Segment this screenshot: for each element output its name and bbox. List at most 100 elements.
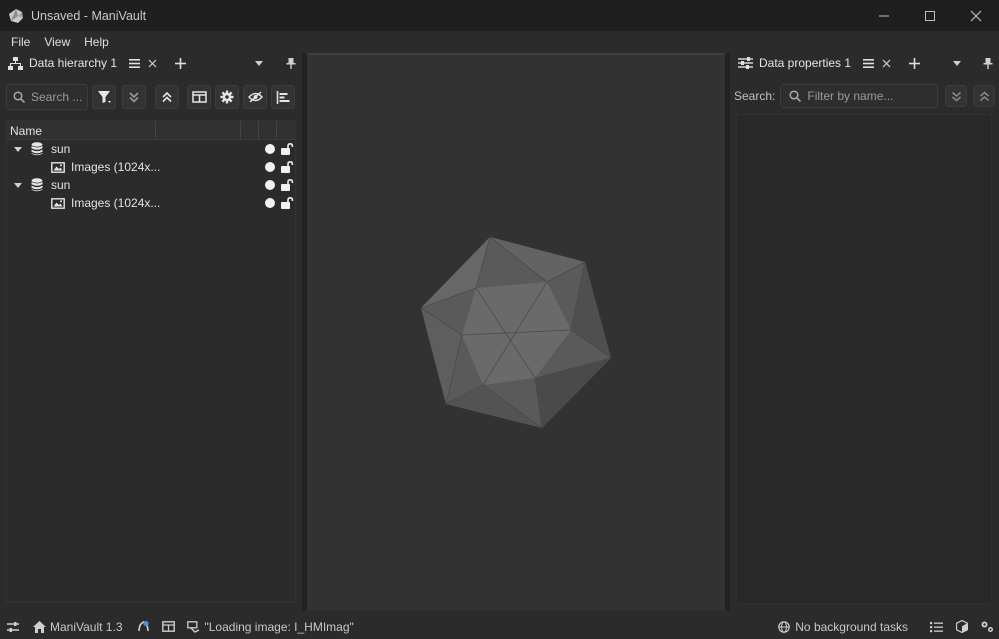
collapse-all-button[interactable]	[973, 85, 996, 107]
close-icon	[148, 59, 156, 67]
table-columns-button[interactable]	[187, 85, 211, 109]
tab-list-dropdown[interactable]	[250, 54, 268, 72]
expand-arrow-icon[interactable]	[14, 145, 22, 153]
column-header-name[interactable]: Name	[7, 121, 156, 140]
home-icon	[33, 620, 46, 633]
menu-file[interactable]: File	[4, 35, 37, 49]
collapse-all-button[interactable]	[155, 85, 179, 109]
tab-close-button[interactable]	[143, 54, 161, 72]
search-label: Search:	[734, 89, 776, 103]
hamburger-menu-icon	[862, 58, 874, 68]
expand-arrow-icon[interactable]	[14, 181, 22, 189]
manivault-app-icon	[8, 8, 24, 24]
hierarchy-search-box[interactable]	[6, 84, 88, 110]
window-title: Unsaved - ManiVault	[31, 8, 147, 23]
data-hierarchy-panel: Data hierarchy 1 Search ... Name sun Ima…	[0, 53, 302, 611]
filter-input[interactable]	[807, 89, 938, 103]
align-sort-button[interactable]	[271, 85, 295, 109]
title-bar: Unsaved - ManiVault	[0, 0, 999, 31]
column-header-5[interactable]	[277, 121, 295, 140]
hide-visibility-button[interactable]	[243, 85, 267, 109]
close-window-button[interactable]	[953, 0, 999, 31]
unlock-icon[interactable]	[280, 197, 294, 209]
unlock-icon[interactable]	[280, 179, 294, 191]
maximize-button[interactable]	[907, 0, 953, 31]
tree-row-label: Images (1024x...	[71, 160, 161, 174]
add-tab-button[interactable]	[171, 54, 189, 72]
plus-icon	[908, 57, 920, 69]
expand-all-button[interactable]	[122, 85, 146, 109]
column-header-2[interactable]	[156, 121, 241, 140]
plugins-manager-button[interactable]	[956, 620, 968, 633]
expand-all-button[interactable]	[945, 85, 968, 107]
column-header-4[interactable]	[259, 121, 277, 140]
hierarchy-search-input[interactable]	[31, 90, 87, 104]
column-header-3[interactable]	[241, 121, 259, 140]
hierarchy-icon	[8, 56, 23, 70]
status-bar: ManiVault 1.3 "Loading image: I_HMImag" …	[0, 614, 999, 639]
visibility-dot-icon[interactable]	[265, 198, 275, 208]
tree-row-label: Images (1024x...	[71, 196, 161, 210]
tree-row-images[interactable]: Images (1024x...	[7, 194, 295, 212]
plus-icon	[174, 57, 186, 69]
task-progress-item[interactable]: "Loading image: I_HMImag"	[186, 620, 354, 634]
visibility-dot-icon[interactable]	[265, 144, 275, 154]
unlock-icon[interactable]	[280, 161, 294, 173]
database-icon	[31, 142, 43, 156]
plugin-status-button[interactable]	[137, 620, 150, 633]
image-icon	[51, 197, 65, 209]
close-icon	[970, 10, 982, 21]
visibility-dot-icon[interactable]	[265, 162, 275, 172]
image-icon	[51, 161, 65, 173]
menu-view[interactable]: View	[37, 35, 77, 49]
tree-row-dataset[interactable]: sun	[7, 176, 295, 194]
double-chevron-down-icon	[129, 92, 139, 103]
pin-panel-button[interactable]	[979, 54, 997, 72]
double-chevron-up-icon	[979, 91, 989, 101]
task-list-button[interactable]	[930, 621, 943, 633]
tree-row-images[interactable]: Images (1024x...	[7, 158, 295, 176]
menu-help[interactable]: Help	[77, 35, 116, 49]
search-icon	[789, 90, 802, 102]
tab-data-hierarchy[interactable]: Data hierarchy 1	[0, 53, 166, 73]
tab-menu-button[interactable]	[859, 54, 877, 72]
tab-close-button[interactable]	[877, 54, 895, 72]
minimize-button[interactable]	[861, 0, 907, 31]
tab-data-properties[interactable]: Data properties 1	[730, 53, 900, 73]
minimize-icon	[879, 15, 889, 16]
pin-icon	[983, 57, 993, 69]
background-tasks-label: No background tasks	[795, 619, 908, 634]
filter-button[interactable]	[92, 85, 116, 109]
settings-button[interactable]	[215, 85, 239, 109]
tab-list-dropdown[interactable]	[948, 54, 966, 72]
close-icon	[882, 59, 890, 67]
tree-row-label: sun	[51, 178, 71, 192]
globe-icon	[778, 620, 791, 633]
properties-search-bar: Search:	[734, 83, 996, 109]
app-version-button[interactable]: ManiVault 1.3	[33, 620, 123, 634]
columns-icon	[191, 90, 207, 103]
central-view-area	[307, 53, 725, 611]
database-icon	[31, 178, 43, 192]
system-settings-button[interactable]	[980, 620, 994, 633]
tab-label: Data hierarchy 1	[29, 56, 118, 70]
menu-bar: File View Help	[0, 31, 999, 53]
double-chevron-down-icon	[951, 91, 961, 101]
background-tasks-button[interactable]: No background tasks	[778, 620, 908, 634]
data-hierarchy-tree[interactable]: Name sun Images (1024x... sun Images (10…	[6, 120, 296, 603]
unlock-icon[interactable]	[280, 143, 294, 155]
visibility-dot-icon[interactable]	[265, 180, 275, 190]
tree-row-dataset[interactable]: sun	[7, 140, 295, 158]
pin-icon	[286, 57, 296, 69]
pin-panel-button[interactable]	[282, 54, 300, 72]
hamburger-menu-icon	[128, 58, 140, 68]
status-settings-button[interactable]	[7, 621, 19, 633]
caret-down-icon	[953, 60, 961, 66]
filter-box[interactable]	[780, 84, 939, 108]
app-version-label: ManiVault 1.3	[50, 619, 123, 634]
add-tab-button[interactable]	[905, 54, 923, 72]
maximize-icon	[925, 10, 935, 21]
layout-button[interactable]	[161, 621, 175, 632]
gear-icon	[220, 90, 234, 104]
tab-menu-button[interactable]	[125, 54, 143, 72]
